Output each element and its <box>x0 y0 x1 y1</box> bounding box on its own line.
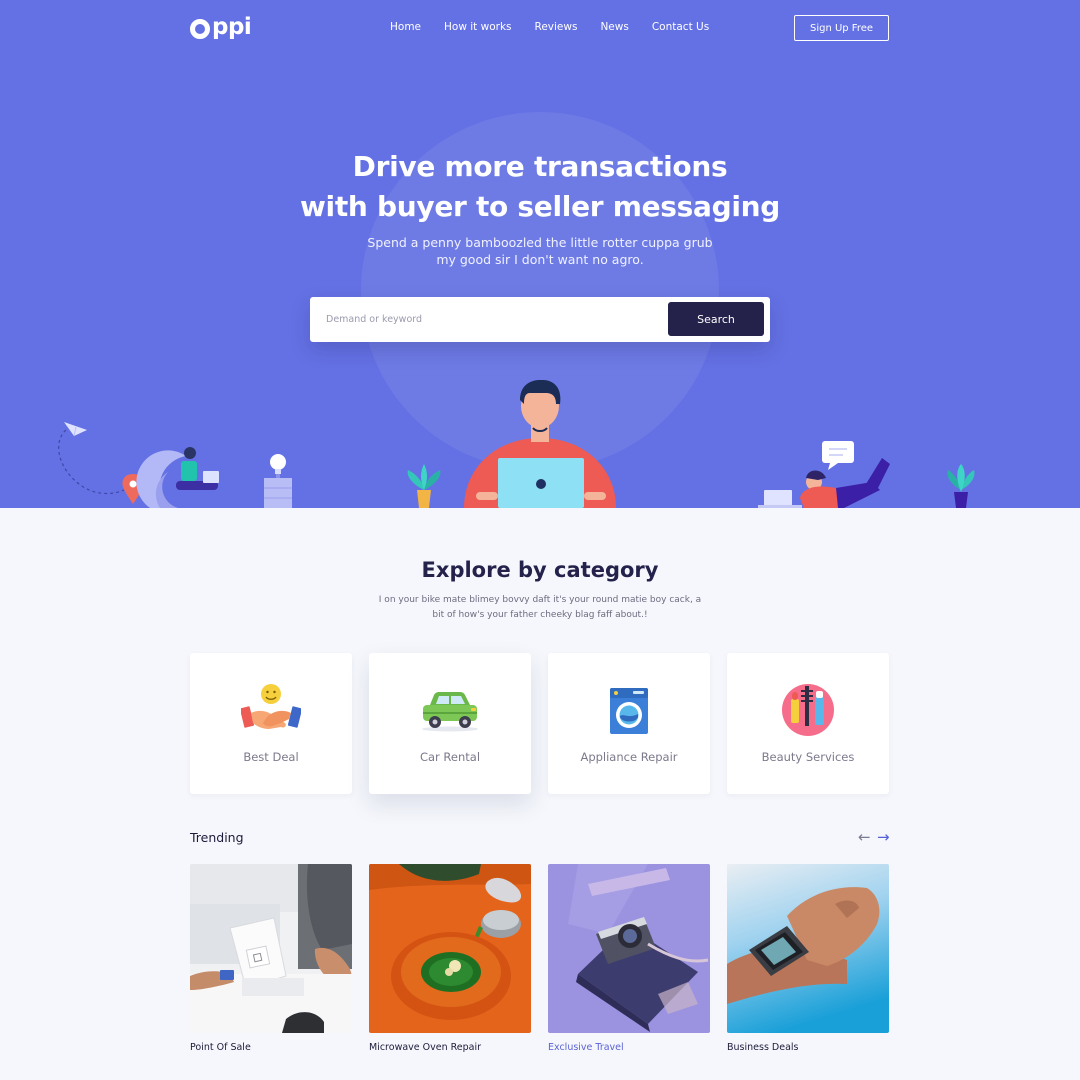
plant-icon-right <box>947 464 975 508</box>
category-label: Best Deal <box>243 750 299 764</box>
trending-image-point-of-sale[interactable] <box>190 864 352 1033</box>
explore-title: Explore by category <box>421 558 659 582</box>
lying-person-with-laptop <box>758 458 890 508</box>
paper-plane-icon <box>64 422 87 437</box>
arrow-right-icon[interactable]: → <box>877 828 890 846</box>
trending-image-exclusive-travel[interactable] <box>548 864 710 1033</box>
trending-label-business-deals[interactable]: Business Deals <box>727 1042 798 1053</box>
moon-chair-person <box>136 447 219 508</box>
main-nav: Home How it works Reviews News Contact U… <box>390 21 709 33</box>
explore-subtitle-line-2: bit of how's your father cheeky blag faf… <box>432 610 648 620</box>
hero-subtitle: Spend a penny bamboozled the little rott… <box>300 234 780 268</box>
hero-illustration <box>58 380 975 508</box>
sign-up-button[interactable]: Sign Up Free <box>794 15 889 41</box>
explore-subtitle-line-1: I on your bike mate blimey bovvy daft it… <box>378 595 702 605</box>
search-bar: Search <box>310 297 770 342</box>
handshake-icon <box>241 684 301 729</box>
trending-label-point-of-sale[interactable]: Point Of Sale <box>190 1042 251 1053</box>
nav-home[interactable]: Home <box>390 21 421 33</box>
category-card-beauty-services[interactable]: Beauty Services <box>727 653 889 794</box>
hero-title: Drive more transactions with buyer to se… <box>240 147 840 227</box>
hero-title-line-2: with buyer to seller messaging <box>299 190 781 223</box>
business-deals-photo <box>727 864 889 1033</box>
hero-subtitle-line-1: Spend a penny bamboozled the little rott… <box>367 235 713 250</box>
nav-reviews[interactable]: Reviews <box>535 21 578 33</box>
logo-text: ppi <box>212 14 252 40</box>
category-card-appliance-repair[interactable]: Appliance Repair <box>548 653 710 794</box>
dashed-path <box>58 429 125 495</box>
nav-news[interactable]: News <box>600 21 628 33</box>
trending-title: Trending <box>190 830 244 845</box>
makeup-icon <box>782 684 834 736</box>
microwave-oven-repair-photo <box>369 864 531 1033</box>
category-card-car-rental[interactable]: Car Rental <box>369 653 531 794</box>
category-label: Car Rental <box>419 750 481 764</box>
logo[interactable]: ppi <box>190 14 252 40</box>
nav-how-it-works[interactable]: How it works <box>444 21 512 33</box>
exclusive-travel-photo <box>548 864 710 1033</box>
trending-label-microwave-oven-repair[interactable]: Microwave Oven Repair <box>369 1042 481 1053</box>
category-label: Beauty Services <box>761 750 855 764</box>
arrow-left-icon[interactable]: ← <box>858 828 871 846</box>
category-card-best-deal[interactable]: Best Deal <box>190 653 352 794</box>
logo-ring-icon <box>190 19 210 39</box>
trending-label-exclusive-travel[interactable]: Exclusive Travel <box>548 1042 624 1053</box>
car-icon <box>422 692 478 732</box>
hero-title-line-1: Drive more transactions <box>352 150 728 183</box>
search-input[interactable] <box>326 309 656 329</box>
trending-image-microwave-oven-repair[interactable] <box>369 864 531 1033</box>
hero-section: ppi Home How it works Reviews News Conta… <box>0 0 1080 508</box>
plant-icon <box>407 464 441 508</box>
hero-subtitle-line-2: my good sir I don't want no agro. <box>436 252 644 267</box>
search-button[interactable]: Search <box>668 302 764 336</box>
category-label: Appliance Repair <box>580 750 678 764</box>
point-of-sale-photo <box>190 864 352 1033</box>
trending-image-business-deals[interactable] <box>727 864 889 1033</box>
lamp-icon <box>264 454 292 508</box>
person-with-laptop <box>464 380 616 508</box>
explore-subtitle: I on your bike mate blimey bovvy daft it… <box>360 593 720 623</box>
washing-machine-icon <box>610 688 648 734</box>
nav-contact-us[interactable]: Contact Us <box>652 21 709 33</box>
chat-bubble-icon <box>822 441 854 470</box>
